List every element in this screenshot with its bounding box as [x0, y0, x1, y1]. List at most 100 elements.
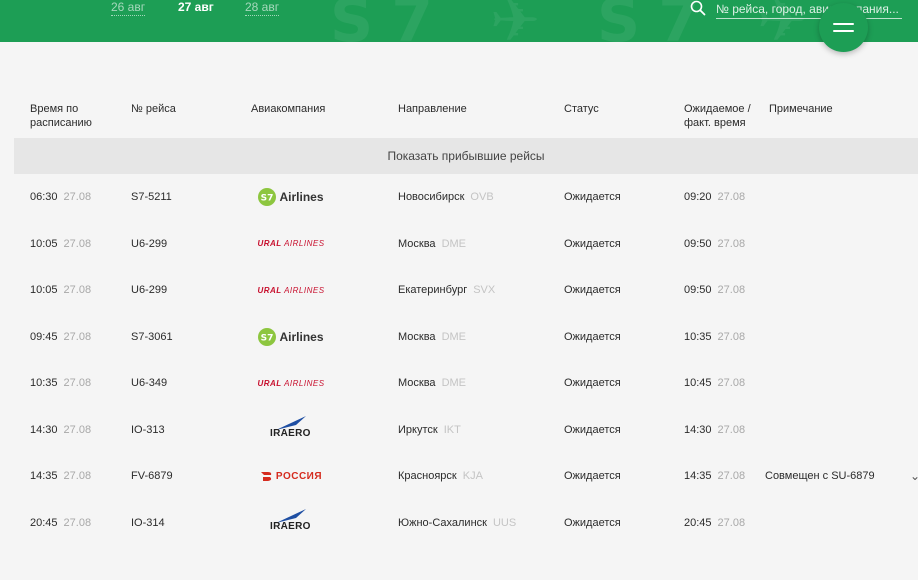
airline-cell: IRAERO — [251, 407, 331, 453]
direction-cell: Красноярск KJA — [398, 453, 483, 499]
airline-cell: IRAERO — [251, 500, 331, 546]
airline-name-suffix: AIRLINES — [284, 239, 325, 248]
flight-number[interactable]: U6-299 — [131, 267, 167, 313]
col-note: Примечание — [769, 103, 833, 115]
airport-code: IKT — [443, 423, 461, 436]
table-row[interactable]: 10:05 27.08 U6-299 URAL AIRLINES Екатеринбур… — [0, 267, 918, 313]
search-input[interactable] — [716, 0, 902, 19]
table-row[interactable]: 10:35 27.08 U6-349 URAL AIRLINES Москва DME Ож… — [0, 360, 918, 406]
iraero-logo: IRAERO — [268, 415, 314, 445]
date-tab-current[interactable]: 27 авг — [178, 0, 214, 15]
scheduled-time-cell: 14:35 27.08 — [30, 453, 91, 499]
scheduled-time-cell: 10:35 27.08 — [30, 360, 91, 406]
airline-name: IRAERO — [270, 427, 311, 439]
flight-number[interactable]: IO-313 — [131, 407, 165, 453]
flight-number[interactable]: IO-314 — [131, 500, 165, 546]
scheduled-time: 20:45 — [30, 516, 58, 529]
expected-date: 27.08 — [717, 191, 746, 203]
airline-name-suffix: AIRLINES — [284, 378, 325, 388]
scheduled-date: 27.08 — [63, 470, 92, 482]
city: Москва — [398, 377, 436, 389]
status: Ожидается — [564, 423, 621, 436]
airport-code: DME — [441, 330, 467, 343]
airline-name: Airlines — [279, 329, 324, 344]
scheduled-time: 10:35 — [30, 377, 58, 389]
chevron-down-icon[interactable]: ⌄ — [910, 453, 918, 499]
col-direction: Направление — [398, 103, 467, 115]
col-flight: № рейса — [131, 103, 176, 115]
date-tab-prev[interactable]: 26 авг — [111, 0, 146, 16]
table-row[interactable]: 20:45 27.08 IO-314 IRAERO Южно-Сахалинск UUS О… — [0, 500, 918, 546]
table-row[interactable]: 09:45 27.08 S7-3061 S7 Airlines Москва DME Ожид… — [0, 314, 918, 360]
expected-time-cell: 14:35 27.08 — [684, 453, 745, 499]
airport-code: KJA — [462, 470, 483, 482]
expected-time-cell: 14:30 27.08 — [684, 407, 745, 453]
expected-date: 27.08 — [717, 237, 746, 250]
expected-time: 09:50 — [684, 284, 712, 296]
scheduled-time: 10:05 — [30, 284, 58, 296]
expected-date: 27.08 — [717, 330, 746, 343]
table-row[interactable]: 06:30 27.08 S7-5211 S7 Airlines Новосибирск OV… — [0, 174, 918, 220]
flight-number[interactable]: U6-299 — [131, 221, 167, 267]
expected-date: 27.08 — [717, 284, 746, 296]
flight-number[interactable]: FV-6879 — [131, 453, 173, 499]
search-icon[interactable] — [690, 0, 706, 16]
expected-date: 27.08 — [717, 470, 746, 482]
direction-cell: Москва DME — [398, 360, 466, 406]
airline-name: URAL — [257, 378, 282, 388]
city: Екатеринбург — [398, 284, 468, 296]
direction-cell: Южно-Сахалинск UUS — [398, 500, 516, 546]
table-row[interactable]: 14:35 27.08 FV-6879 РОССИЯ Красноярск KJA Ожид… — [0, 453, 918, 499]
direction-cell: Новосибирск OVB — [398, 174, 494, 220]
direction-cell: Москва DME — [398, 221, 466, 267]
show-arrived-button[interactable]: Показать прибывшие рейсы — [14, 138, 918, 174]
flight-number[interactable]: S7-3061 — [131, 314, 173, 360]
scheduled-date: 27.08 — [63, 516, 92, 529]
scheduled-date: 27.08 — [63, 191, 92, 203]
scheduled-time-cell: 20:45 27.08 — [30, 500, 91, 546]
status: Ожидается — [564, 377, 621, 389]
expected-time: 20:45 — [684, 516, 712, 529]
date-tab-next[interactable]: 28 авг — [245, 0, 280, 16]
airport-code: OVB — [470, 191, 494, 203]
direction-cell: Екатеринбург SVX — [398, 267, 495, 313]
airline-name: Airlines — [279, 190, 324, 204]
flight-number[interactable]: S7-5211 — [131, 174, 172, 220]
expected-time: 09:50 — [684, 237, 712, 250]
airline-name: IRAERO — [270, 520, 311, 532]
s7-logo-icon: S7 — [258, 327, 277, 346]
ural-airlines-logo: URAL AIRLINES — [257, 379, 324, 388]
table-row[interactable]: 10:05 27.08 U6-299 URAL AIRLINES Москва DME Ож… — [0, 221, 918, 267]
col-status: Статус — [564, 103, 599, 115]
table-row[interactable]: 14:30 27.08 IO-313 IRAERO Иркутск IKT Ожидаетс… — [0, 407, 918, 453]
expected-time-cell: 09:20 27.08 — [684, 174, 745, 220]
airline-cell: URAL AIRLINES — [251, 360, 331, 406]
expected-time: 09:20 — [684, 191, 712, 203]
direction-cell: Москва DME — [398, 314, 466, 360]
note: Совмещен с SU-6879 — [765, 470, 875, 482]
city: Москва — [398, 237, 436, 250]
scheduled-time-cell: 10:05 27.08 — [30, 267, 91, 313]
scheduled-time-cell: 06:30 27.08 — [30, 174, 91, 220]
expected-date: 27.08 — [717, 516, 746, 529]
city: Красноярск — [398, 470, 457, 482]
airline-cell: РОССИЯ — [251, 453, 331, 499]
scheduled-date: 27.08 — [63, 377, 92, 389]
expected-time: 10:45 — [684, 377, 712, 389]
scheduled-time: 14:35 — [30, 470, 58, 482]
scheduled-time-cell: 10:05 27.08 — [30, 221, 91, 267]
menu-button[interactable] — [819, 3, 868, 52]
status: Ожидается — [564, 284, 621, 296]
airport-code: UUS — [492, 516, 517, 529]
scheduled-time-cell: 14:30 27.08 — [30, 407, 91, 453]
expected-time: 10:35 — [684, 330, 712, 343]
city: Южно-Сахалинск — [398, 516, 487, 529]
flight-number[interactable]: U6-349 — [131, 360, 167, 406]
airport-code: DME — [441, 377, 467, 389]
expected-time-cell: 09:50 27.08 — [684, 221, 745, 267]
scheduled-time: 10:05 — [30, 237, 58, 250]
airport-code: DME — [441, 237, 467, 250]
status: Ожидается — [564, 237, 621, 250]
expected-time: 14:30 — [684, 423, 712, 436]
s7-logo-icon: S7 — [258, 188, 277, 206]
